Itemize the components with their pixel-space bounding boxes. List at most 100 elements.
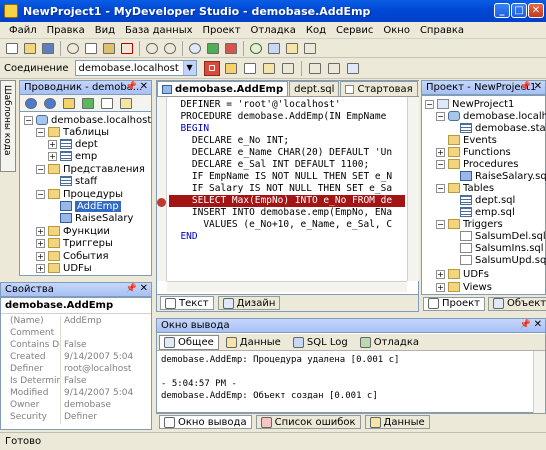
tab-debug[interactable]: Отладка [355, 335, 424, 350]
menu-debug[interactable]: Отладка [246, 25, 301, 36]
property-row[interactable]: Definer root@localhost [4, 364, 151, 376]
pin-icon[interactable]: 📌 [520, 320, 531, 330]
tree-item-tables[interactable]: − Таблицы [36, 126, 109, 138]
tree-item-udfs[interactable]: + UDFы [36, 262, 92, 274]
tab-addemp[interactable]: demobase.AddEmp [157, 81, 289, 96]
tree-item-triggers[interactable]: − Triggers [436, 218, 503, 230]
connect-icon[interactable] [203, 60, 220, 76]
tree-item-demobase[interactable]: − demobase.localhost [436, 110, 546, 122]
tree-item-events[interactable]: + События [36, 250, 109, 262]
property-row[interactable]: Comment [4, 328, 151, 340]
code-line[interactable]: BEGIN [169, 123, 209, 135]
tree-item-udfs[interactable]: + UDFs [436, 268, 489, 280]
refresh-icon[interactable] [248, 41, 264, 56]
indent-icon[interactable] [307, 61, 323, 76]
expand-toggle[interactable]: + [48, 151, 57, 161]
tree-item-triggers[interactable]: + Триггеры [36, 237, 113, 249]
collapse-toggle[interactable]: − [36, 164, 45, 174]
new-file-icon[interactable] [4, 41, 20, 56]
minimize-button[interactable]: _ [494, 3, 510, 18]
collapse-toggle[interactable]: − [436, 111, 445, 121]
back-icon[interactable] [23, 96, 39, 111]
properties-icon[interactable] [118, 96, 134, 111]
code-line[interactable]: PROCEDURE demobase.AddEmp(IN EmpName [169, 111, 386, 123]
tree-item-salsumdel[interactable]: SalsumDel.sql [460, 230, 546, 242]
edit-icon[interactable] [223, 61, 239, 76]
close-icon[interactable]: ✕ [534, 319, 542, 330]
code-line-breakpoint[interactable]: SELECT Max(EmpNo) INTO e_No FROM de [169, 195, 405, 207]
tree-item-dept-sql[interactable]: dept.sql [460, 194, 515, 206]
menu-edit[interactable]: Правка [42, 25, 90, 36]
save-icon[interactable] [40, 41, 56, 56]
tab-output-window[interactable]: Окно вывода [159, 415, 252, 429]
property-row[interactable]: Contains DebugFalse [4, 340, 151, 352]
collapse-toggle[interactable]: − [36, 189, 45, 199]
close-icon[interactable]: ✕ [140, 81, 148, 92]
pin-icon[interactable]: 📌 [126, 82, 137, 92]
open-file-icon[interactable] [22, 41, 38, 56]
menu-code[interactable]: Код [301, 25, 331, 36]
editor-vertical-scrollbar[interactable] [407, 97, 419, 281]
property-row[interactable]: Security Definer [4, 412, 151, 424]
tree-item-tables[interactable]: − Tables [436, 182, 494, 194]
property-row[interactable]: Modified 9/14/2007 5:04 [4, 388, 151, 400]
code-line[interactable]: IF Salary IS NOT NULL THEN SET e_Sa [169, 183, 392, 195]
menu-tools[interactable]: Сервис [331, 25, 378, 36]
menu-window[interactable]: Окно [378, 25, 415, 36]
close-icon[interactable]: ✕ [534, 81, 542, 92]
collapse-toggle[interactable]: − [24, 115, 33, 125]
tree-item-events[interactable]: Events [448, 134, 497, 146]
collapse-toggle[interactable]: − [436, 183, 445, 193]
pin-icon[interactable]: 📌 [520, 82, 531, 92]
tab-data-bottom[interactable]: Данные [364, 415, 430, 429]
tab-error-list[interactable]: Список ошибок [255, 415, 361, 429]
expand-toggle[interactable]: + [436, 147, 445, 157]
tab-dept-sql[interactable]: dept.sql [289, 81, 340, 96]
tree-item-staff[interactable]: staff [60, 175, 97, 187]
options-icon[interactable] [302, 41, 318, 56]
redo-icon[interactable] [162, 41, 178, 56]
comment-icon[interactable] [261, 61, 277, 76]
tab-project[interactable]: Проект [423, 296, 486, 311]
menu-view[interactable]: Вид [90, 25, 120, 36]
tree-item-demobase[interactable]: − demobase.localhost [24, 114, 151, 126]
paste-icon[interactable] [101, 41, 117, 56]
menu-database[interactable]: База данных [120, 25, 198, 36]
expand-toggle[interactable]: + [36, 251, 45, 261]
tree-item-functions[interactable]: + Функции [36, 225, 110, 237]
code-line[interactable]: END [169, 231, 197, 243]
code-line[interactable]: IF EmpName IS NOT NULL THEN SET e_N [169, 171, 392, 183]
query-icon[interactable] [242, 61, 258, 76]
code-line[interactable]: DECLARE e_Sal INT DEFAULT 1100; [169, 159, 369, 171]
output-scrollbar[interactable] [533, 351, 545, 413]
collapse-toggle[interactable]: − [436, 219, 445, 229]
copy-icon[interactable] [83, 41, 99, 56]
code-line[interactable]: INSERT INTO demobase.emp(EmpNo, ENa [169, 207, 392, 219]
tab-design[interactable]: Дизайн [217, 296, 281, 310]
menu-help[interactable]: Справка [415, 25, 469, 36]
tree-item-newproject1[interactable]: − NewProject1 [425, 98, 514, 110]
expand-toggle[interactable]: + [48, 139, 57, 149]
tab-sql-log[interactable]: SQL Log [288, 335, 353, 350]
debug-icon[interactable] [284, 41, 300, 56]
undo-icon[interactable] [144, 41, 160, 56]
connection-select[interactable]: demobase.localhost ▼ [74, 60, 197, 76]
tree-item-staff[interactable]: demobase.staff [460, 122, 546, 134]
property-row[interactable]: Owner demobase [4, 400, 151, 412]
compile-icon[interactable] [266, 41, 282, 56]
collapse-toggle[interactable]: − [36, 127, 45, 137]
property-row[interactable]: Is DeterministicFalse [4, 376, 151, 388]
expand-toggle[interactable]: + [36, 226, 45, 236]
cut-icon[interactable] [65, 41, 81, 56]
tab-objects[interactable]: Объекты [488, 296, 546, 311]
editor-gutter[interactable] [157, 97, 167, 281]
tree-item-raisesalary[interactable]: RaiseSalary [60, 212, 133, 224]
property-row[interactable]: Created 9/14/2007 5:04 [4, 352, 151, 364]
code-line[interactable]: DECLARE e_No INT; [169, 135, 289, 147]
property-row[interactable]: (Name) AddEmp [4, 316, 151, 328]
tab-general[interactable]: Общее [159, 334, 219, 350]
find-icon[interactable] [187, 41, 203, 56]
new-object-icon[interactable] [99, 96, 115, 111]
code-line[interactable]: DECLARE e_Name CHAR(20) DEFAULT 'Un [169, 147, 392, 159]
tree-item-emp[interactable]: + emp [48, 150, 97, 162]
